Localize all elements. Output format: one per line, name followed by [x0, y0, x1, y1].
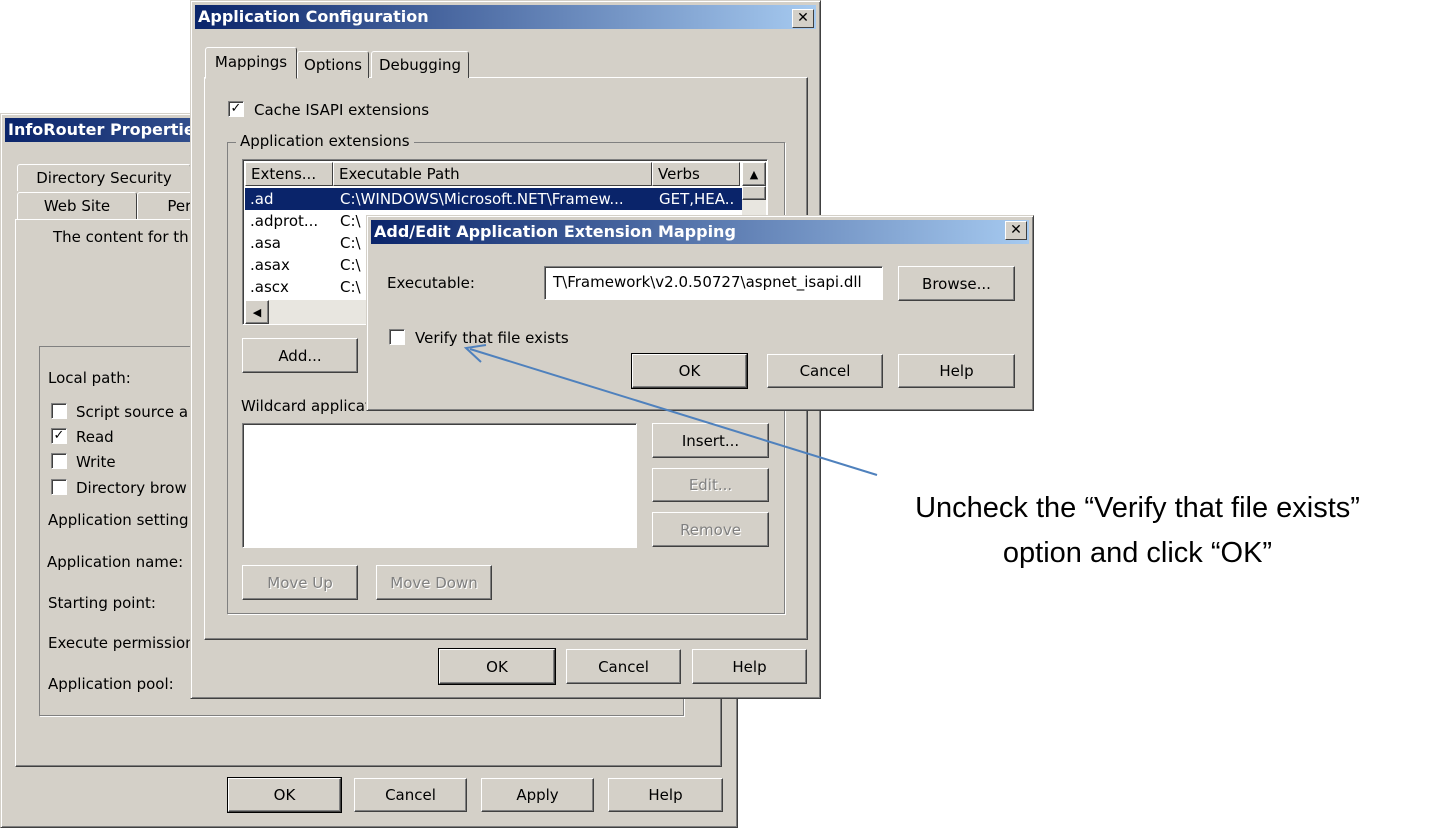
annotation-line-2: option and click “OK” [1002, 537, 1273, 569]
annotation-line-1: Uncheck the “Verify that file exists” [915, 492, 1360, 524]
annotation-arrow [463, 344, 878, 476]
annotation-text: Uncheck the “Verify that file exists” op… [840, 486, 1435, 576]
